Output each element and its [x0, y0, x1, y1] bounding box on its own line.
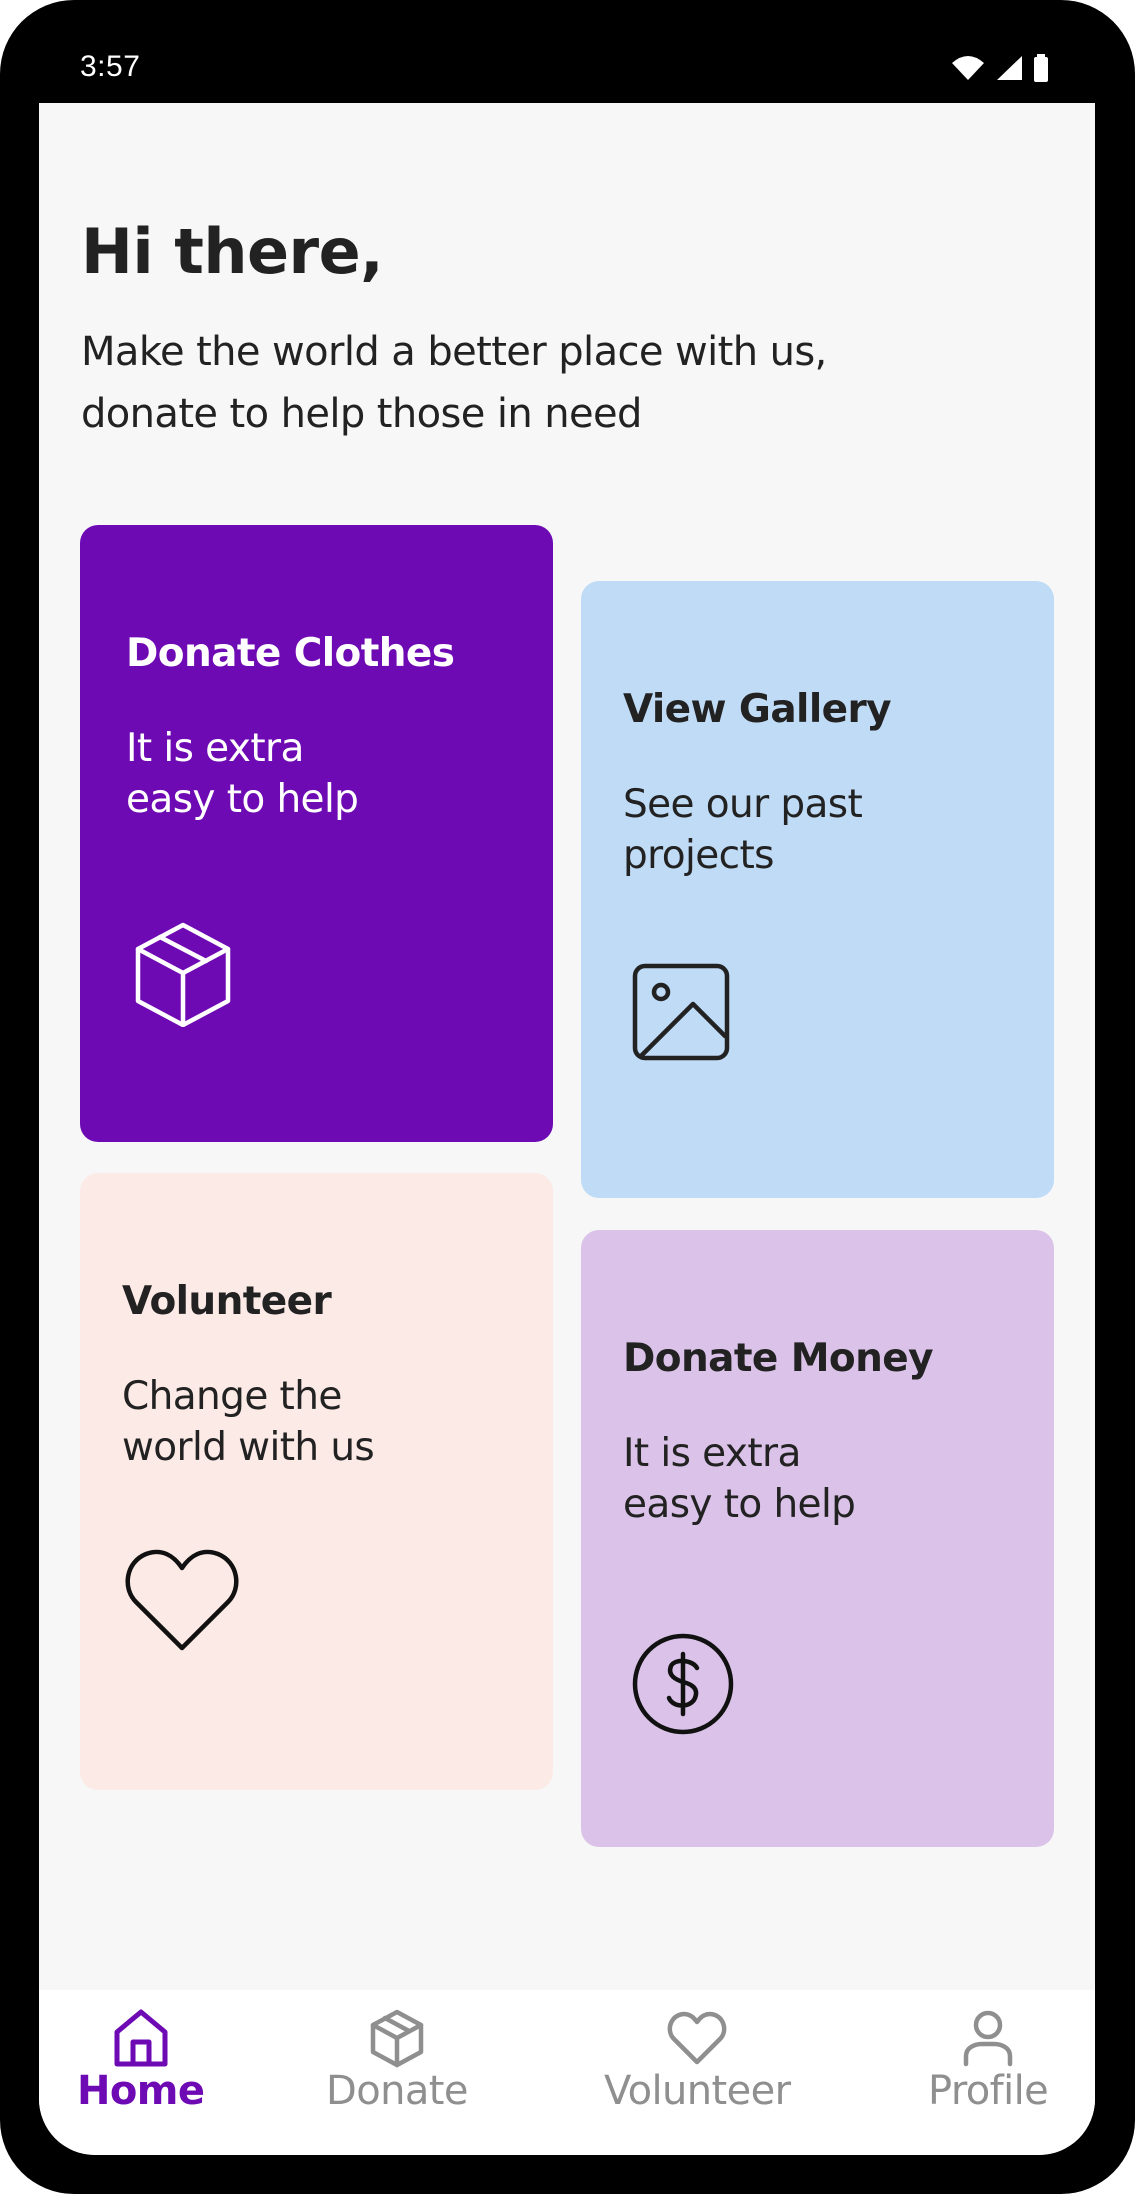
greeting: Hi there, — [81, 215, 384, 288]
donate-clothes-card[interactable]: Donate Clothes It is extra easy to help — [80, 525, 553, 1142]
nav-label: Profile — [928, 2068, 1049, 2114]
nav-label: Donate — [326, 2068, 468, 2114]
home-icon — [114, 2009, 168, 2067]
heart-icon — [125, 1549, 239, 1651]
nav-donate[interactable]: Donate — [326, 2008, 468, 2114]
nav-volunteer[interactable]: Volunteer — [604, 2008, 791, 2114]
nav-label: Volunteer — [604, 2068, 791, 2114]
box-icon — [370, 2009, 424, 2068]
card-title: Volunteer — [122, 1279, 332, 1324]
status-time: 3:57 — [80, 50, 141, 83]
screen: Hi there, Make the world a better place … — [39, 103, 1095, 2155]
card-title: Donate Money — [623, 1336, 934, 1381]
card-description: See our past projects — [623, 782, 863, 878]
status-bar: 3:57 — [0, 0, 1135, 103]
card-description: Change the world with us — [122, 1374, 375, 1470]
volunteer-card[interactable]: Volunteer Change the world with us — [80, 1173, 553, 1790]
box-icon — [135, 922, 231, 1027]
nav-profile[interactable]: Profile — [928, 2008, 1049, 2114]
status-icons — [951, 54, 1049, 82]
wifi-icon — [952, 56, 984, 80]
nav-label: Home — [77, 2068, 205, 2114]
subtitle: Make the world a better place with us, d… — [81, 329, 827, 437]
battery-icon — [1034, 54, 1048, 82]
card-title: View Gallery — [623, 687, 892, 732]
bottom-nav: Home Donate Volunteer Profile — [39, 1990, 1095, 2155]
person-icon — [963, 2010, 1013, 2067]
card-title: Donate Clothes — [126, 631, 455, 676]
heart-icon — [667, 2011, 727, 2065]
signal-icon — [997, 56, 1022, 80]
dollar-icon — [632, 1633, 734, 1735]
card-description: It is extra easy to help — [623, 1431, 856, 1527]
phone-frame: 3:57 Hi there, Make the world a better p… — [0, 0, 1135, 2194]
image-icon — [632, 963, 730, 1061]
donate-money-card[interactable]: Donate Money It is extra easy to help — [581, 1230, 1054, 1847]
nav-home[interactable]: Home — [77, 2008, 205, 2114]
view-gallery-card[interactable]: View Gallery See our past projects — [581, 581, 1054, 1198]
card-description: It is extra easy to help — [126, 726, 359, 822]
